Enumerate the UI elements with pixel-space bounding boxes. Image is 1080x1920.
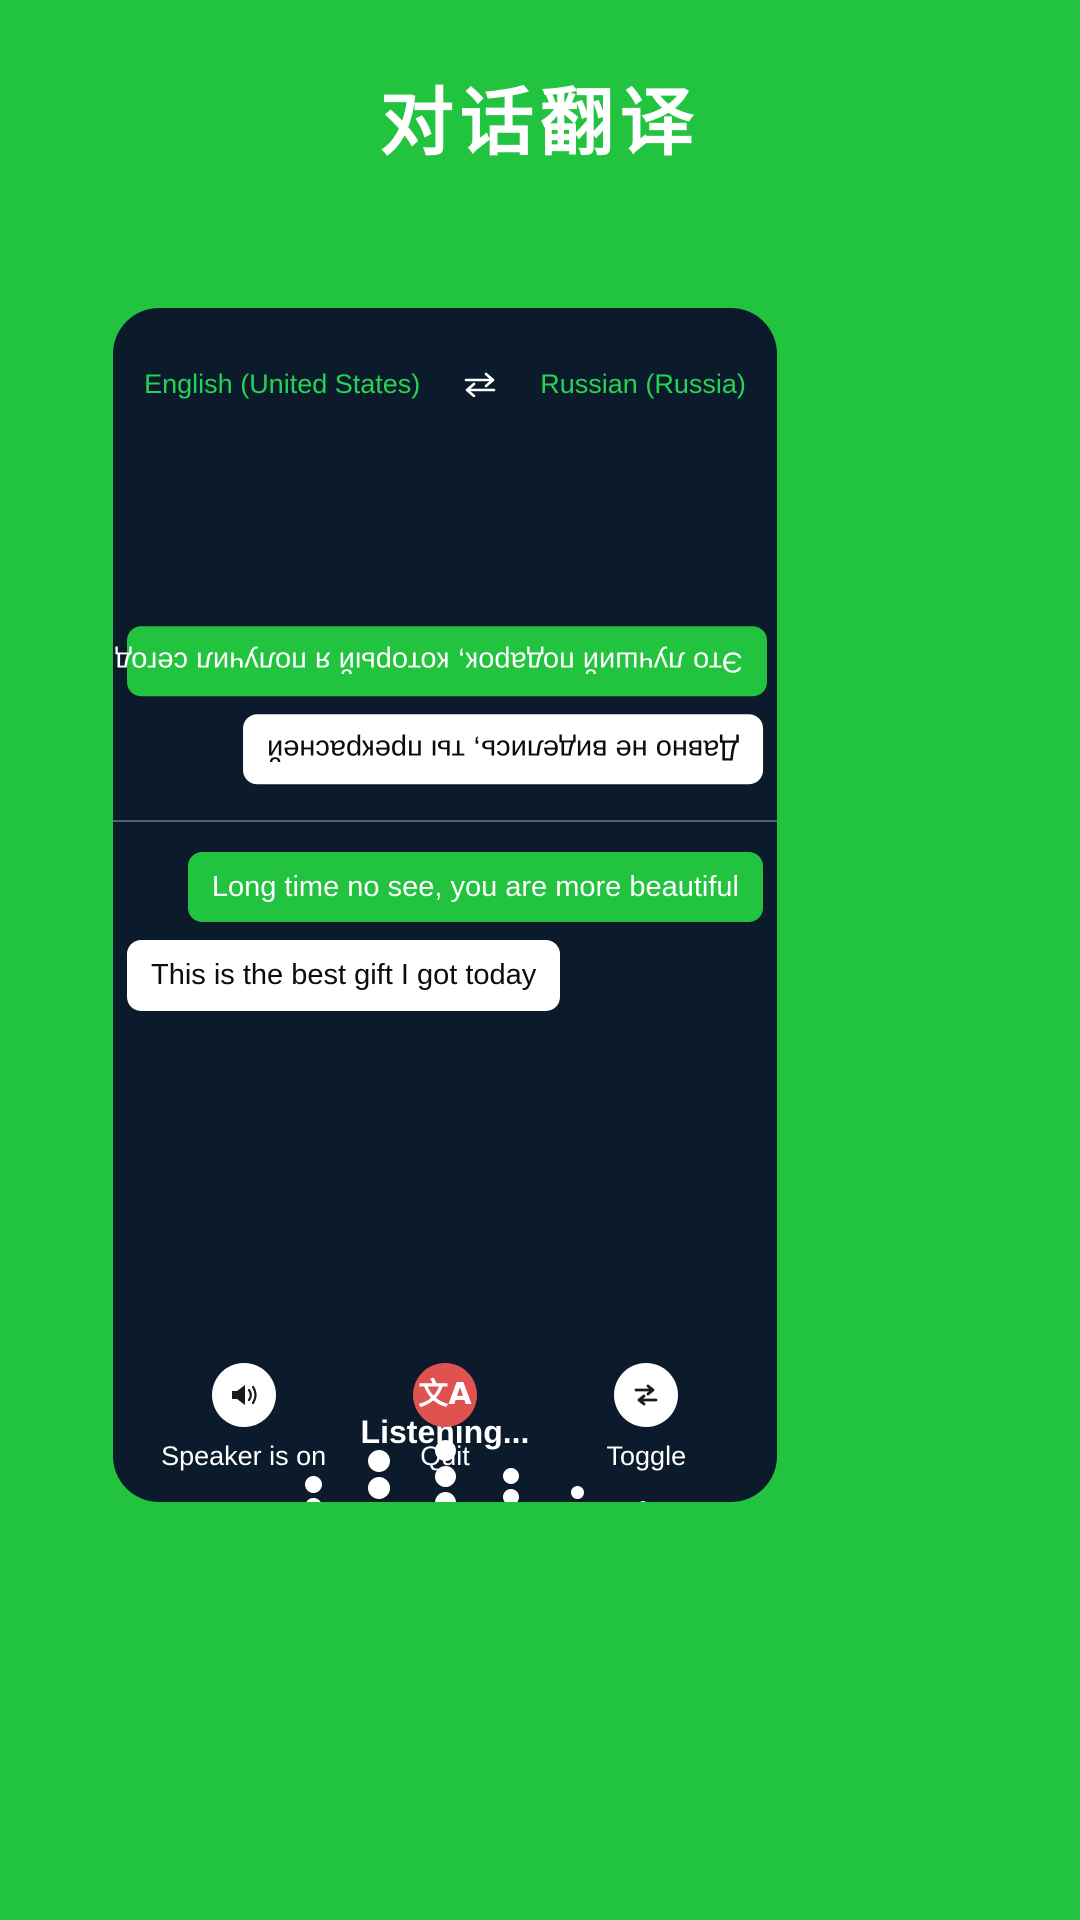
waveform-dot	[304, 1497, 322, 1502]
quit-button-circle[interactable]: 文A	[412, 1363, 477, 1427]
translate-icon: 文A	[418, 1377, 472, 1412]
speaker-on-icon	[227, 1378, 261, 1412]
control-bar: Speaker is on 文A Quit Toggle	[113, 1363, 777, 1472]
toggle-button[interactable]: Toggle	[546, 1363, 746, 1472]
message-row: Давно не виделись, ты прекрасней	[127, 713, 763, 802]
waveform-dot	[570, 1485, 584, 1499]
local-conversation-panel: Long time no see, you are more beautiful…	[113, 822, 777, 1042]
message-row: This is the best gift I got today	[127, 940, 763, 1028]
waveform-dot	[503, 1488, 519, 1502]
waveform-dot	[638, 1500, 648, 1502]
waveform-dot	[368, 1476, 390, 1499]
waveform-dot	[434, 1491, 456, 1502]
message-bubble-local-white[interactable]: This is the best gift I got today	[127, 940, 561, 1011]
waveform-dot	[304, 1475, 322, 1493]
speaker-button-label: Speaker is on	[161, 1441, 327, 1471]
swap-horizontal-icon[interactable]	[462, 371, 498, 397]
speaker-button[interactable]: Speaker is on	[144, 1363, 344, 1472]
phone-card: English (United States) Russian (Russia)…	[113, 308, 777, 1502]
message-bubble-remote-white[interactable]: Давно не виделись, ты прекрасней	[242, 713, 763, 784]
source-language-label[interactable]: English (United States)	[144, 369, 420, 400]
target-language-label[interactable]: Russian (Russia)	[540, 369, 746, 400]
quit-button-label: Quit	[420, 1441, 470, 1471]
speaker-button-circle[interactable]	[211, 1363, 276, 1427]
toggle-button-circle[interactable]	[614, 1363, 679, 1427]
remote-conversation-panel: Это лучший подарок, который я получил се…	[113, 408, 777, 818]
toggle-button-label: Toggle	[606, 1441, 687, 1471]
message-bubble-remote-green[interactable]: Это лучший подарок, который я получил се…	[113, 625, 767, 696]
toggle-swap-icon	[629, 1378, 663, 1412]
message-row: Long time no see, you are more beautiful	[127, 852, 763, 940]
message-row: Это лучший подарок, который я получил се…	[113, 625, 767, 714]
quit-button[interactable]: 文A Quit	[345, 1363, 545, 1472]
language-bar: English (United States) Russian (Russia)	[113, 360, 777, 408]
message-bubble-local-green[interactable]: Long time no see, you are more beautiful	[187, 852, 763, 923]
page-title: 对话翻译	[380, 81, 700, 164]
